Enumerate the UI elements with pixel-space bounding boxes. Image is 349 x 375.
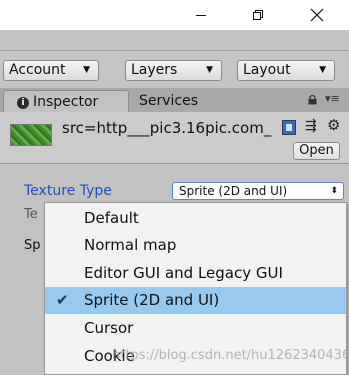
sprite-mode-label: Sp: [24, 238, 41, 253]
checkmark-icon: ✔: [56, 291, 69, 309]
info-icon: i: [17, 97, 29, 109]
lock-icon[interactable]: [308, 95, 317, 105]
texture-shape-label: Te: [24, 207, 38, 222]
preset-sliders-icon[interactable]: ⇶: [305, 118, 317, 134]
texture-type-label: Texture Type: [24, 183, 112, 199]
tab-services-label: Services: [139, 93, 199, 109]
editor-toolbar: Account ▼ Layers ▼ Layout ▼: [0, 50, 349, 86]
minimize-button[interactable]: [178, 0, 224, 30]
texture-type-value: Sprite (2D and UI): [179, 184, 288, 198]
option-label: Editor GUI and Legacy GUI: [84, 264, 283, 282]
layers-label: Layers: [131, 62, 178, 78]
close-icon: [310, 8, 324, 22]
select-updown-icon: ⬍: [330, 186, 338, 196]
option-label: Cursor: [84, 319, 134, 337]
account-dropdown[interactable]: Account ▼: [3, 60, 99, 81]
layout-dropdown[interactable]: Layout ▼: [237, 60, 335, 81]
panel-menu-icon[interactable]: ▾≡: [325, 92, 340, 105]
open-button[interactable]: Open: [293, 142, 340, 160]
help-book-icon[interactable]: [282, 120, 296, 135]
dropdown-arrow-icon: ▼: [206, 65, 213, 75]
dropdown-arrow-icon: ▼: [319, 65, 326, 75]
maximize-icon: [253, 10, 263, 20]
maximize-button[interactable]: [235, 0, 281, 30]
layout-label: Layout: [243, 62, 291, 78]
inspector-tab-bar: i Inspector Services ▾≡: [0, 88, 349, 112]
option-label: Default: [84, 209, 139, 227]
dropdown-option-sprite[interactable]: ✔ Sprite (2D and UI): [45, 287, 346, 314]
option-label: Normal map: [84, 236, 177, 254]
texture-thumbnail: [10, 124, 52, 146]
gear-icon[interactable]: ⚙: [327, 116, 340, 134]
layers-dropdown[interactable]: Layers ▼: [125, 60, 222, 81]
dropdown-option-default[interactable]: Default: [45, 205, 346, 232]
asset-header: src=http___pic3.16pic.com_ ⇶ ⚙ Open: [0, 112, 349, 164]
dropdown-option-cursor[interactable]: Cursor: [45, 315, 346, 342]
tab-inspector-label: Inspector: [33, 94, 99, 110]
texture-type-select[interactable]: Sprite (2D and UI) ⬍: [172, 182, 344, 200]
account-label: Account: [9, 62, 66, 78]
dropdown-option-normal-map[interactable]: Normal map: [45, 232, 346, 259]
option-label: Cookie: [84, 347, 135, 365]
tab-inspector[interactable]: i Inspector: [3, 90, 129, 112]
tab-services[interactable]: Services: [137, 90, 198, 112]
dropdown-arrow-icon: ▼: [83, 65, 90, 75]
window-title-bar: [0, 0, 349, 30]
minimize-icon: [196, 15, 206, 16]
option-label: Sprite (2D and UI): [84, 291, 220, 309]
dropdown-option-editor-gui[interactable]: Editor GUI and Legacy GUI: [45, 260, 346, 287]
dropdown-option-cookie[interactable]: Cookie: [45, 343, 346, 370]
texture-type-dropdown-menu: Default Normal map Editor GUI and Legacy…: [44, 202, 347, 375]
asset-name: src=http___pic3.16pic.com_: [62, 119, 272, 137]
close-button[interactable]: [294, 0, 340, 30]
